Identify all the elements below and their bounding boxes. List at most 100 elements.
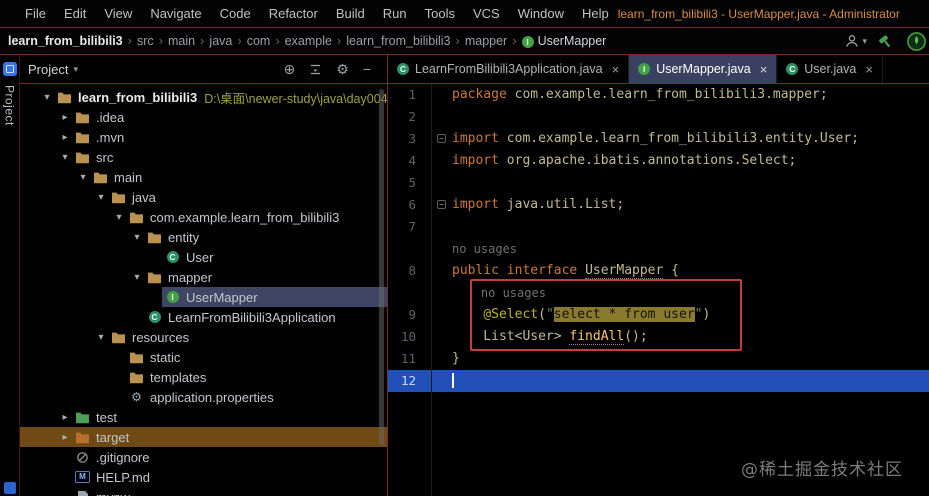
tree-item-.gitignore[interactable]: .gitignore <box>20 447 387 467</box>
menu-run[interactable]: Run <box>374 0 416 27</box>
chevron-right-icon[interactable]: ▸ <box>58 412 72 423</box>
line-number[interactable]: 8 <box>388 260 431 282</box>
code-area[interactable]: package com.example.learn_from_bilibili3… <box>432 84 929 496</box>
project-view-dropdown[interactable]: Project <box>28 62 68 77</box>
usages-hint[interactable]: no usages <box>452 242 517 256</box>
project-tool-window-icon[interactable] <box>2 62 17 76</box>
line-number[interactable]: 10 <box>388 326 431 348</box>
breadcrumb-item-main[interactable]: main <box>168 34 195 48</box>
tool-window-icon-bottom[interactable] <box>3 482 16 494</box>
close-icon[interactable]: × <box>760 62 768 77</box>
settings-gear-icon[interactable]: ⚙ <box>336 62 349 76</box>
code-line-6[interactable]: − import java.util.List; <box>432 194 929 216</box>
line-number[interactable]: 12 <box>388 370 431 392</box>
tab-LearnFromBilibili3Application.java[interactable]: C LearnFromBilibili3Application.java × <box>388 55 630 83</box>
tree-item-main[interactable]: ▾ main <box>20 167 387 187</box>
tree-item-.mvn[interactable]: ▸ .mvn <box>20 127 387 147</box>
build-hammer-icon[interactable] <box>878 33 895 50</box>
chevron-down-icon[interactable]: ▾ <box>112 212 126 223</box>
close-icon[interactable]: × <box>865 62 873 77</box>
tree-item-resources[interactable]: ▾ resources <box>20 327 387 347</box>
usages-hint[interactable]: no usages <box>452 286 546 300</box>
chevron-right-icon[interactable]: ▸ <box>58 112 72 123</box>
line-number[interactable]: 5 <box>388 172 431 194</box>
menu-help[interactable]: Help <box>573 0 618 27</box>
menu-window[interactable]: Window <box>509 0 573 27</box>
chevron-right-icon[interactable]: ▸ <box>58 432 72 443</box>
tree-item-UserMapper[interactable]: I UserMapper <box>20 287 387 307</box>
line-number[interactable] <box>388 238 431 260</box>
menu-tools[interactable]: Tools <box>416 0 464 27</box>
chevron-down-icon[interactable]: ▾ <box>76 172 90 183</box>
line-number[interactable]: 2 <box>388 106 431 128</box>
editor-body[interactable]: 1 2 3 4 5 6 7 8 9 10 11 12 package com.example.lear… <box>388 84 929 496</box>
fold-marker-icon[interactable]: − <box>437 134 446 143</box>
tree-item-test[interactable]: ▸ test <box>20 407 387 427</box>
menu-build[interactable]: Build <box>327 0 374 27</box>
code-line-2[interactable] <box>432 106 929 128</box>
line-number[interactable]: 1 <box>388 84 431 106</box>
tree-item-LearnFromBilibili3Application[interactable]: C LearnFromBilibili3Application <box>20 307 387 327</box>
run-widget-icon[interactable] <box>906 31 927 52</box>
code-line-3[interactable]: − import com.example.learn_from_bilibili3… <box>432 128 929 150</box>
chevron-down-icon[interactable]: ▾ <box>94 192 108 203</box>
fold-marker-icon[interactable]: − <box>437 200 446 209</box>
tree-item-application.properties[interactable]: ⚙ application.properties <box>20 387 387 407</box>
collapse-all-icon[interactable] <box>309 63 322 76</box>
tree-item-learn_from_bilibili3[interactable]: ▾ learn_from_bilibili3 D:\桌面\newer-study\j… <box>20 87 387 107</box>
line-number[interactable]: 11 <box>388 348 431 370</box>
tree-item-mapper[interactable]: ▾ mapper <box>20 267 387 287</box>
tree-item-templates[interactable]: templates <box>20 367 387 387</box>
code-line-5[interactable] <box>432 172 929 194</box>
code-line-11[interactable]: } <box>432 348 929 370</box>
code-line-1[interactable]: package com.example.learn_from_bilibili3… <box>432 84 929 106</box>
chevron-down-icon[interactable]: ▾ <box>40 92 54 103</box>
menu-edit[interactable]: Edit <box>55 0 95 27</box>
breadcrumb-item-example[interactable]: example <box>285 34 332 48</box>
menu-file[interactable]: File <box>16 0 55 27</box>
line-number[interactable]: 9 <box>388 304 431 326</box>
tab-User.java[interactable]: C User.java × <box>777 55 883 83</box>
chevron-right-icon[interactable]: ▸ <box>58 132 72 143</box>
line-number[interactable]: 4 <box>388 150 431 172</box>
code-line-8[interactable]: public interface UserMapper { <box>432 260 929 282</box>
line-number[interactable]: 3 <box>388 128 431 150</box>
tree-item-entity[interactable]: ▾ entity <box>20 227 387 247</box>
tree-item-mvnw[interactable]: mvnw <box>20 487 387 496</box>
code-line-10[interactable]: List<User> findAll(); <box>432 326 929 348</box>
breadcrumb-item-src[interactable]: src <box>137 34 154 48</box>
code-line-7[interactable] <box>432 216 929 238</box>
menu-code[interactable]: Code <box>211 0 260 27</box>
tree-item-User[interactable]: C User <box>20 247 387 267</box>
line-number[interactable]: 7 <box>388 216 431 238</box>
code-line-12[interactable] <box>432 370 929 392</box>
menu-vcs[interactable]: VCS <box>464 0 509 27</box>
code-line-hint[interactable]: no usages <box>432 282 929 304</box>
menu-view[interactable]: View <box>95 0 141 27</box>
chevron-down-icon[interactable]: ▾ <box>130 272 144 283</box>
chevron-down-icon[interactable]: ▾ <box>94 332 108 343</box>
line-number[interactable]: 6 <box>388 194 431 216</box>
breadcrumb-item-learn_from_bilibili3[interactable]: learn_from_bilibili3 <box>8 34 123 48</box>
breadcrumb-item-mapper[interactable]: mapper <box>465 34 507 48</box>
line-number[interactable] <box>388 282 431 304</box>
chevron-down-icon[interactable]: ▾ <box>130 232 144 243</box>
tab-UserMapper.java[interactable]: I UserMapper.java × <box>629 55 778 83</box>
tree-item-com.example.learn_from_bilibili3[interactable]: ▾ com.example.learn_from_bilibili3 <box>20 207 387 227</box>
tree-item-java[interactable]: ▾ java <box>20 187 387 207</box>
user-account-icon[interactable]: ▾ <box>844 33 867 49</box>
code-line-9[interactable]: @Select("select * from user") <box>432 304 929 326</box>
tree-item-static[interactable]: static <box>20 347 387 367</box>
hide-panel-icon[interactable]: − <box>363 62 371 76</box>
tree-item-target[interactable]: ▸ target <box>20 427 387 447</box>
chevron-down-icon[interactable]: ▾ <box>58 152 72 163</box>
close-icon[interactable]: × <box>612 62 620 77</box>
breadcrumb-item-java[interactable]: java <box>209 34 232 48</box>
tree-item-HELP.md[interactable]: M HELP.md <box>20 467 387 487</box>
tool-strip-project-label[interactable]: Project <box>3 85 17 126</box>
scrollbar-thumb[interactable] <box>379 89 384 445</box>
code-line-4[interactable]: import org.apache.ibatis.annotations.Sel… <box>432 150 929 172</box>
tree-item-.idea[interactable]: ▸ .idea <box>20 107 387 127</box>
breadcrumb-item-com[interactable]: com <box>247 34 271 48</box>
code-line-hint[interactable]: no usages <box>432 238 929 260</box>
